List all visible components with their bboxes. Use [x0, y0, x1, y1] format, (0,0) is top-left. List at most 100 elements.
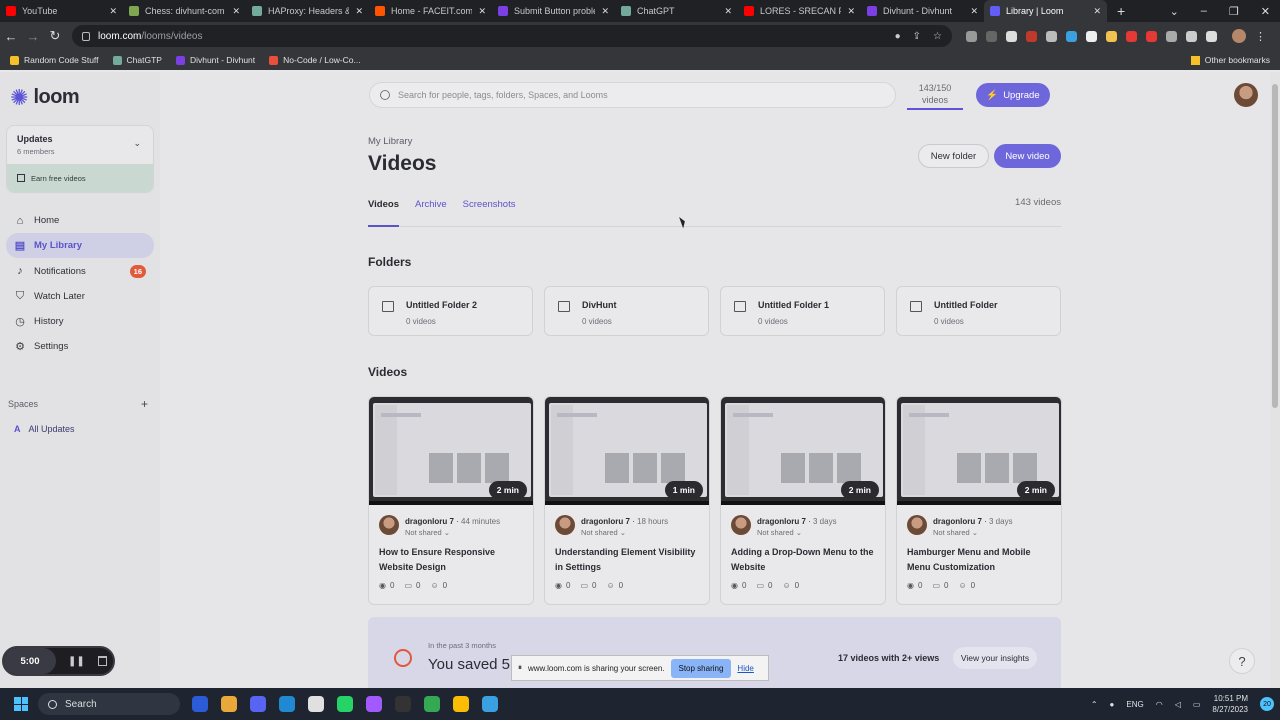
video-thumbnail[interactable]: 2 min — [897, 397, 1061, 505]
video-thumbnail[interactable]: 2 min — [721, 397, 885, 505]
star-icon[interactable]: ☆ — [933, 31, 942, 42]
extension-icon[interactable] — [1066, 30, 1077, 42]
camera-extension-icon[interactable] — [966, 30, 977, 42]
close-tab-icon[interactable]: ✕ — [970, 6, 978, 17]
shield-extension-icon[interactable] — [1046, 30, 1057, 42]
back-button[interactable]: ← — [0, 29, 22, 44]
chevron-down-icon[interactable]: ⌄ — [133, 138, 141, 149]
sharing-status[interactable]: Not shared ⌄ — [581, 528, 626, 537]
new-video-button[interactable]: New video — [994, 144, 1061, 168]
windows-start-icon[interactable] — [14, 697, 28, 711]
breadcrumb[interactable]: My Library — [368, 136, 412, 147]
trash-icon[interactable] — [97, 656, 107, 666]
upgrade-button[interactable]: ⚡ Upgrade — [976, 83, 1050, 107]
discord-icon[interactable] — [250, 696, 266, 712]
sharing-status[interactable]: Not shared ⌄ — [933, 528, 978, 537]
close-tab-icon[interactable]: ✕ — [847, 6, 855, 17]
video-title[interactable]: Hamburger Menu and Mobile Menu Customiza… — [907, 545, 1053, 575]
forward-button[interactable]: → — [22, 29, 44, 44]
sidebar-icon[interactable] — [1206, 30, 1217, 42]
close-tab-icon[interactable]: ✕ — [724, 6, 732, 17]
browser-tab[interactable]: LORES - SRECAN PUT ✕ — [738, 0, 861, 22]
close-tab-icon[interactable]: ✕ — [355, 6, 363, 17]
terminal-icon[interactable] — [395, 696, 411, 712]
vscode-icon[interactable] — [279, 696, 295, 712]
close-tab-icon[interactable]: ✕ — [1093, 6, 1101, 17]
video-card[interactable]: 1 min dragonloru 7 · 18 hours Not shared… — [544, 396, 710, 605]
sidebar-item-my-library[interactable]: ▤ My Library — [6, 233, 154, 259]
earn-free-videos-link[interactable]: Earn free videos — [7, 164, 153, 192]
video-card[interactable]: 2 min dragonloru 7 · 44 minutes Not shar… — [368, 396, 534, 605]
new-tab-button[interactable]: + — [1117, 3, 1125, 19]
bookmark-item[interactable]: Random Code Stuff — [10, 55, 99, 65]
sidebar-item-notifications[interactable]: ♪ Notifications 16 — [6, 259, 154, 284]
media-icon[interactable] — [1186, 30, 1197, 42]
minimize-button[interactable]: – — [1201, 5, 1207, 17]
extension-icon[interactable] — [1006, 30, 1017, 42]
space-item-all-updates[interactable]: A All Updates — [14, 424, 75, 434]
browser-tab[interactable]: ChatGPT ✕ — [615, 0, 738, 22]
tab-screenshots[interactable]: Screenshots — [463, 199, 516, 227]
chrome-icon[interactable] — [453, 696, 469, 712]
search-input[interactable]: Search for people, tags, folders, Spaces… — [369, 82, 896, 108]
taskbar-app-icon[interactable] — [192, 696, 208, 712]
pause-icon[interactable]: ❚❚ — [68, 656, 85, 667]
extension-icon[interactable] — [1026, 30, 1037, 42]
folder-card[interactable]: Untitled Folder 1 0 videos — [720, 286, 885, 336]
help-button[interactable]: ? — [1229, 648, 1255, 674]
notepad-icon[interactable] — [482, 696, 498, 712]
video-title[interactable]: Understanding Element Visibility in Sett… — [555, 545, 701, 575]
sharing-status[interactable]: Not shared ⌄ — [757, 528, 802, 537]
sidebar-item-watch-later[interactable]: ⛉ Watch Later — [6, 284, 154, 309]
page-scrollbar[interactable] — [1270, 72, 1280, 688]
close-window-button[interactable]: ✕ — [1261, 5, 1270, 18]
tab-search-icon[interactable]: ⌄ — [1170, 5, 1179, 18]
video-card[interactable]: 2 min dragonloru 7 · 3 days Not shared ⌄… — [720, 396, 886, 605]
loom-logo[interactable]: ✺ loom — [10, 86, 80, 109]
close-tab-icon[interactable]: ✕ — [232, 6, 240, 17]
other-bookmarks[interactable]: Other bookmarks — [1190, 55, 1270, 65]
workspace-switcher[interactable]: Updates 6 members ⌄ Earn free videos — [6, 125, 154, 193]
close-tab-icon[interactable]: ✕ — [109, 6, 117, 17]
language-indicator[interactable]: ENG — [1126, 700, 1143, 709]
browser-tab[interactable]: HAProxy: Headers & C ✕ — [246, 0, 369, 22]
taskbar-search[interactable]: Search — [38, 693, 180, 715]
wifi-icon[interactable]: ◠ — [1156, 700, 1163, 709]
maximize-button[interactable]: ❐ — [1229, 5, 1239, 18]
user-avatar[interactable] — [1234, 83, 1258, 107]
battery-icon[interactable]: ▭ — [1193, 700, 1201, 709]
extension-icon[interactable] — [1126, 30, 1137, 42]
sidebar-item-history[interactable]: ◷ History — [6, 309, 154, 334]
video-card[interactable]: 2 min dragonloru 7 · 3 days Not shared ⌄… — [896, 396, 1062, 605]
browser-tab[interactable]: Submit Button proble ✕ — [492, 0, 615, 22]
view-insights-button[interactable]: View your insights — [953, 647, 1037, 669]
new-folder-button[interactable]: New folder — [918, 144, 989, 168]
video-thumbnail[interactable]: 2 min — [369, 397, 533, 505]
video-thumbnail[interactable]: 1 min — [545, 397, 709, 505]
microphone-icon[interactable]: ● — [1110, 700, 1115, 709]
folder-card[interactable]: Untitled Folder 2 0 videos — [368, 286, 533, 336]
kebab-menu-icon[interactable]: ⋮ — [1255, 30, 1266, 43]
taskbar-app-icon[interactable] — [221, 696, 237, 712]
browser-tab[interactable]: YouTube ✕ — [0, 0, 123, 22]
sharing-status[interactable]: Not shared ⌄ — [405, 528, 450, 537]
chevron-up-icon[interactable]: ⌃ — [1091, 700, 1098, 709]
reload-button[interactable]: ↻ — [44, 28, 66, 44]
tab-archive[interactable]: Archive — [415, 199, 447, 227]
volume-icon[interactable]: ◁ — [1175, 700, 1181, 709]
chrome-icon[interactable] — [424, 696, 440, 712]
bookmark-item[interactable]: No-Code / Low-Co... — [269, 55, 361, 65]
video-title[interactable]: How to Ensure Responsive Website Design — [379, 545, 525, 575]
hide-button[interactable]: Hide — [737, 664, 753, 673]
extension-icon[interactable] — [1086, 30, 1097, 42]
add-space-button[interactable]: + — [141, 397, 148, 411]
clock[interactable]: 10:51 PM 8/27/2023 — [1212, 693, 1248, 715]
bookmark-item[interactable]: ChatGTP — [112, 55, 162, 65]
extension-icon[interactable] — [986, 30, 997, 42]
scrollbar-thumb[interactable] — [1272, 84, 1278, 408]
whatsapp-icon[interactable] — [337, 696, 353, 712]
notification-count-badge[interactable]: 20 — [1260, 697, 1274, 711]
video-quota[interactable]: 143/150 videos — [907, 80, 963, 110]
bookmark-item[interactable]: Divhunt - Divhunt — [175, 55, 255, 65]
video-title[interactable]: Adding a Drop-Down Menu to the Website — [731, 545, 877, 575]
